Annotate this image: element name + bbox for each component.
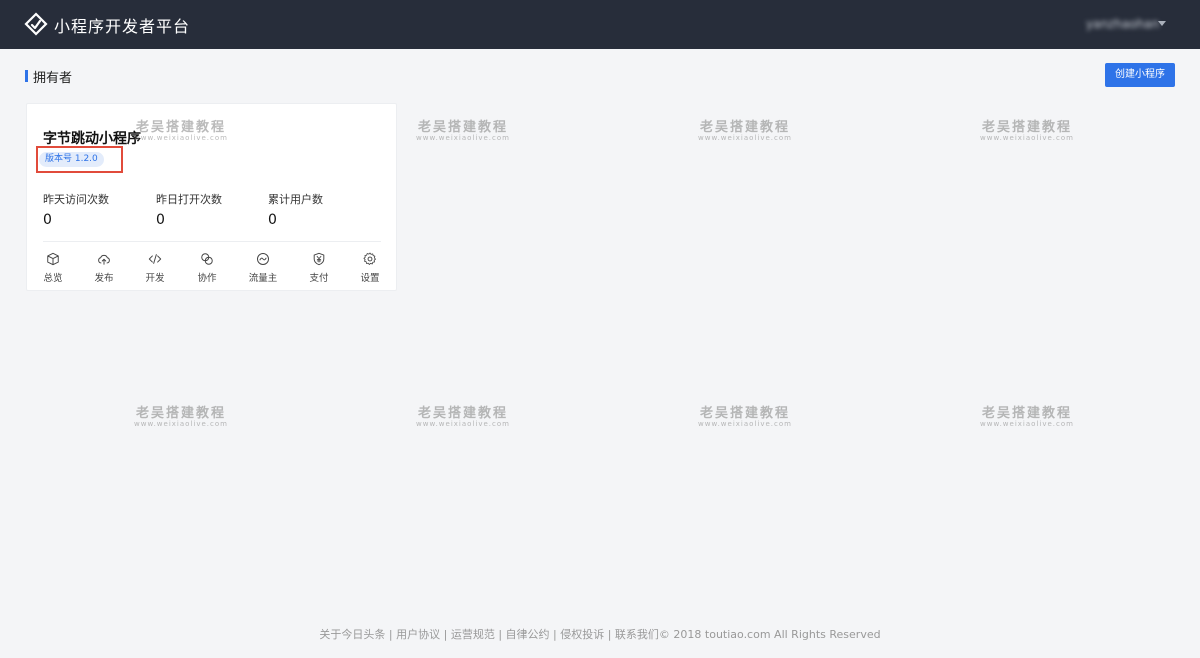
stat-value-visits: 0 [43, 212, 52, 228]
stat-label-users: 累计用户数 [268, 193, 323, 206]
app-title[interactable]: 小程序开发者平台 [54, 13, 190, 37]
watermark: 老吴搭建教程 www.weixiaolive.com [980, 120, 1074, 142]
section-title: 拥有者 [33, 71, 73, 86]
card-divider [43, 241, 381, 242]
app-logo-icon[interactable] [24, 12, 48, 36]
gear-icon [363, 252, 376, 265]
top-bar: 小程序开发者平台 yanzhaohan [0, 0, 1200, 49]
watermark: 老吴搭建教程 www.weixiaolive.com [980, 406, 1074, 428]
code-icon [148, 254, 162, 264]
action-collaborate[interactable]: 协作 [192, 252, 222, 284]
watermark: 老吴搭建教程 www.weixiaolive.com [416, 406, 510, 428]
watermark: 老吴搭建教程 www.weixiaolive.com [698, 120, 792, 142]
stat-label-opens: 昨日打开次数 [156, 193, 222, 206]
create-miniprogram-button[interactable]: 创建小程序 [1105, 63, 1175, 87]
footer-links[interactable]: 关于今日头条 | 用户协议 | 运营规范 | 自律公约 | 侵权投诉 | 联系我… [0, 626, 1200, 642]
action-label: 发布 [94, 273, 114, 284]
traffic-icon [257, 253, 269, 265]
stat-value-opens: 0 [156, 212, 165, 228]
miniprogram-name[interactable]: 字节跳动小程序 [43, 128, 141, 148]
action-settings[interactable]: 设置 [355, 252, 385, 284]
action-label: 开发 [145, 273, 165, 284]
watermark: 老吴搭建教程 www.weixiaolive.com [416, 120, 510, 142]
user-name[interactable]: yanzhaohan [1086, 17, 1159, 31]
highlight-box [36, 146, 123, 173]
stat-value-users: 0 [268, 212, 277, 228]
action-label: 总览 [43, 273, 63, 284]
chevron-down-icon[interactable] [1158, 21, 1166, 26]
watermark: 老吴搭建教程 www.weixiaolive.com [698, 406, 792, 428]
stat-label-visits: 昨天访问次数 [43, 193, 109, 206]
action-payment[interactable]: 支付 [304, 252, 334, 284]
action-label: 设置 [360, 273, 380, 284]
cube-icon [47, 252, 59, 266]
action-publish[interactable]: 发布 [89, 252, 119, 284]
miniprogram-card[interactable]: 字节跳动小程序 版本号 1.2.0 昨天访问次数 0 昨日打开次数 0 累计用户… [26, 103, 397, 291]
action-label: 支付 [309, 273, 329, 284]
action-traffic[interactable]: 流量主 [248, 252, 278, 284]
cloud-upload-icon [98, 254, 110, 265]
action-label: 流量主 [248, 273, 278, 284]
collaborate-icon [201, 253, 213, 265]
section-accent-bar [25, 70, 28, 82]
yen-shield-icon [313, 252, 325, 266]
action-label: 协作 [197, 273, 217, 284]
action-develop[interactable]: 开发 [140, 252, 170, 284]
watermark: 老吴搭建教程 www.weixiaolive.com [134, 406, 228, 428]
action-overview[interactable]: 总览 [38, 252, 68, 284]
